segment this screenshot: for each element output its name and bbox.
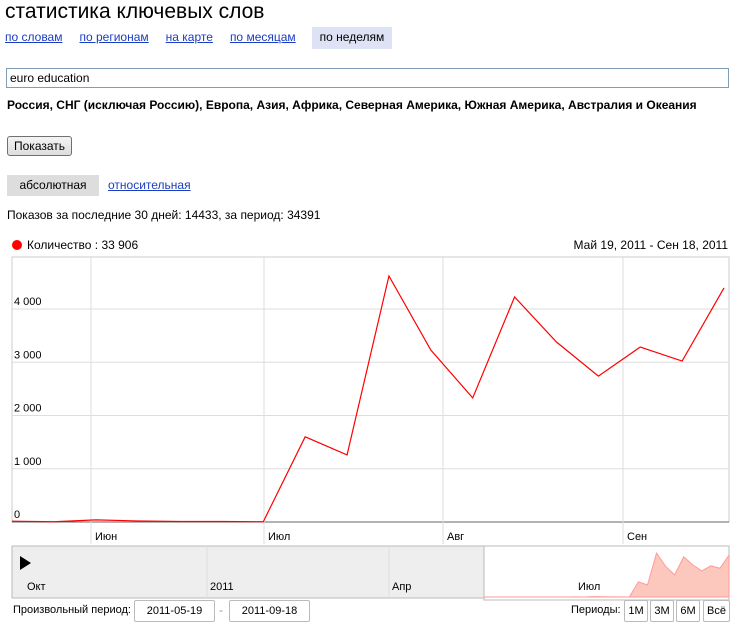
y-tick-label: 4 000 <box>14 296 42 308</box>
page-title: статистика ключевых слов <box>5 0 265 23</box>
plot-area <box>11 256 730 523</box>
show-button[interactable]: Показать <box>7 136 73 156</box>
legend-dot-icon <box>12 240 22 250</box>
navigator-tick-label: Апр <box>392 581 411 593</box>
navigator-history <box>11 545 485 599</box>
period-3m-button[interactable]: 3M <box>650 600 674 622</box>
date-dash: - <box>219 603 223 617</box>
period-1m-button[interactable]: 1M <box>624 600 648 622</box>
chart: 0 1 000 2 000 3 000 4 000 Июн Июл Авг Сен Окт 2011… <box>11 256 730 601</box>
x-tick-label: Июн <box>95 531 117 543</box>
custom-period-label: Произвольный период: <box>13 604 131 616</box>
navigator-tick-label: Июл <box>578 581 600 593</box>
regions-text: Россия, СНГ (исключая Россию), Европа, А… <box>7 98 697 112</box>
mode-absolute[interactable]: абсолютная <box>7 175 99 196</box>
navigator-tick-label: 2011 <box>210 581 234 593</box>
tabs: по словам по регионам на карте по месяца… <box>4 27 400 49</box>
mode-relative[interactable]: относительная <box>108 175 191 196</box>
date-to-input[interactable]: 2011-09-18 <box>229 600 310 622</box>
navigator-tick-label: Окт <box>27 581 46 593</box>
stats-text: Показов за последние 30 дней: 14433, за … <box>7 208 321 222</box>
y-tick-label: 0 <box>14 509 20 521</box>
x-tick-label: Июл <box>268 531 290 543</box>
period-all-button[interactable]: Всё <box>703 600 730 622</box>
y-tick-label: 3 000 <box>14 349 42 361</box>
tab-by-words[interactable]: по словам <box>4 27 70 49</box>
query-input[interactable] <box>6 68 729 88</box>
tab-by-regions[interactable]: по регионам <box>78 27 156 49</box>
x-tick-label: Авг <box>447 531 464 543</box>
y-tick-label: 1 000 <box>14 456 42 468</box>
x-tick-label: Сен <box>627 531 647 543</box>
tab-map[interactable]: на карте <box>165 27 221 49</box>
period-6m-button[interactable]: 6M <box>676 600 700 622</box>
date-from-input[interactable]: 2011-05-19 <box>134 600 215 622</box>
tab-by-weeks[interactable]: по неделям <box>311 27 393 49</box>
y-tick-label: 2 000 <box>14 403 42 415</box>
periods-label: Периоды: <box>571 604 621 616</box>
tab-by-months[interactable]: по месяцам <box>229 27 304 49</box>
